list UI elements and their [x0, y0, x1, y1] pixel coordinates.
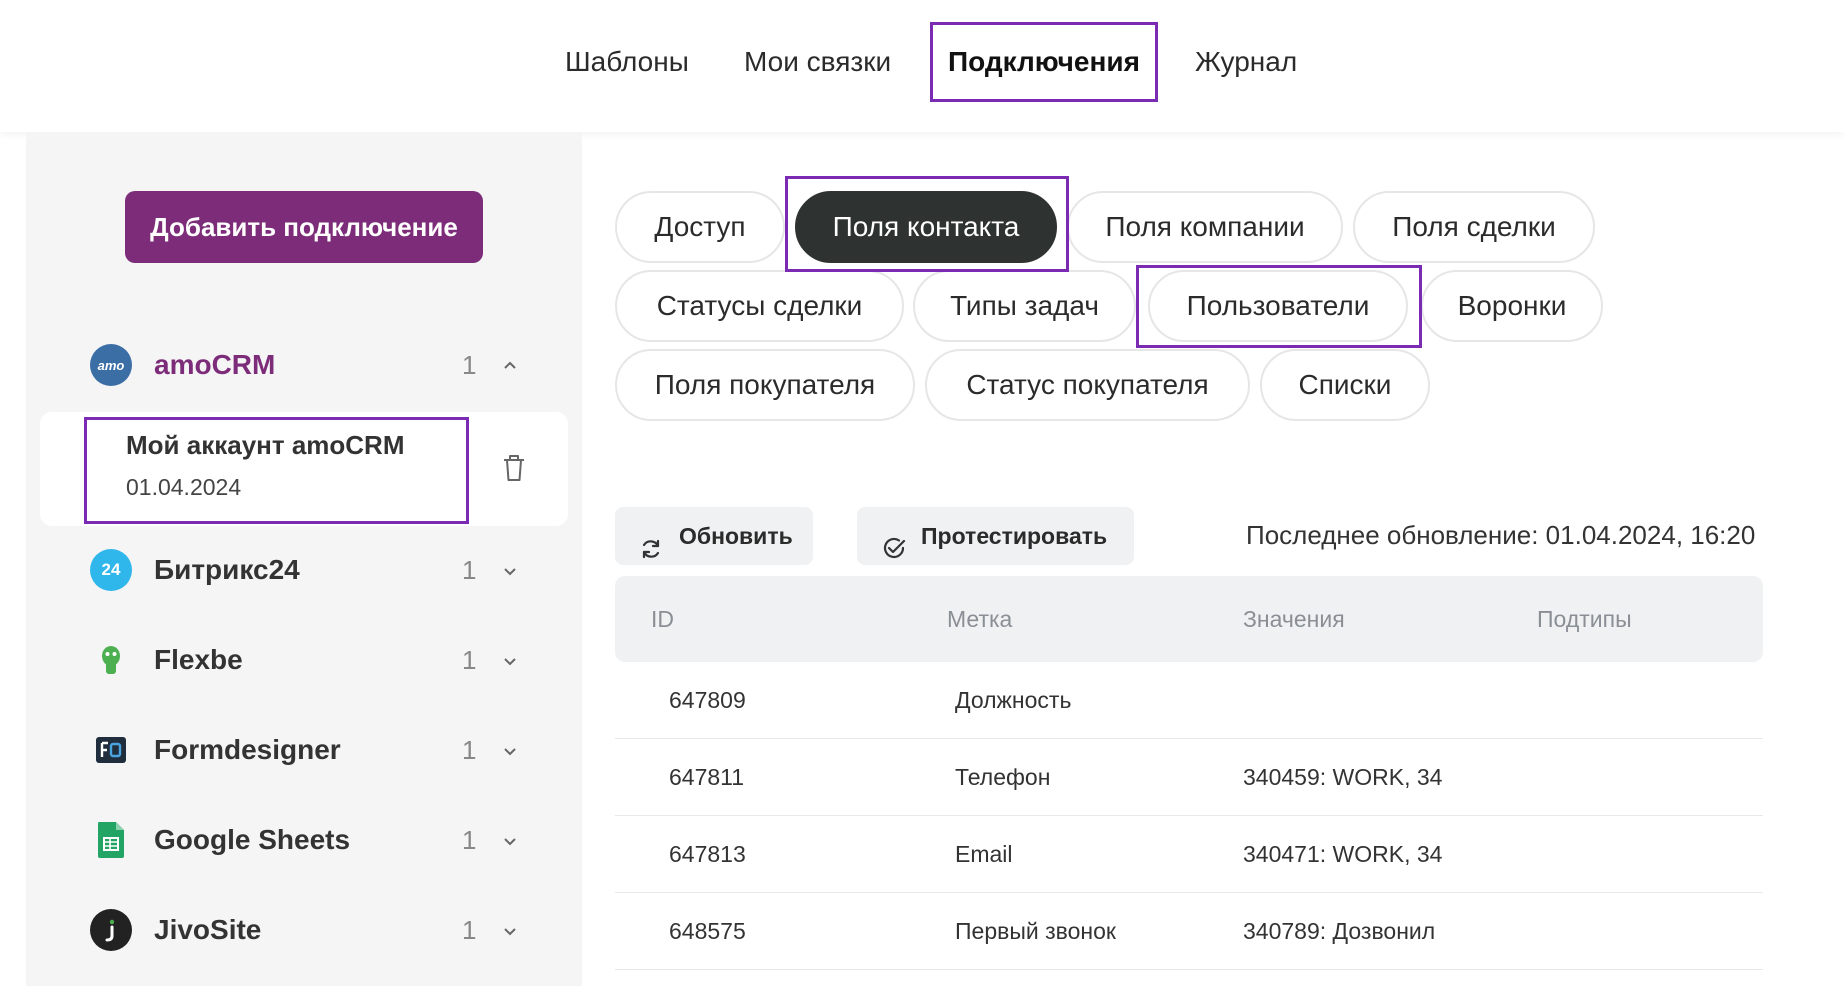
account-name: Мой аккаунт amoCRM	[126, 430, 405, 460]
service-name: Google Sheets	[154, 824, 351, 855]
cell-id: 647811	[669, 764, 745, 790]
formdesigner-logo-icon	[90, 729, 132, 771]
google-sheets-logo-icon	[90, 819, 132, 861]
table-row[interactable]: 648575 Первый звонок 340789: Дозвонил	[615, 893, 1763, 970]
service-count: 1	[462, 555, 477, 585]
service-count: 1	[462, 350, 477, 380]
service-item-jivosite[interactable]: JivoSite 1	[90, 905, 530, 955]
table-row[interactable]: 647809 Должность	[615, 662, 1763, 739]
flexbe-logo-icon	[90, 639, 132, 681]
tab-connections[interactable]: Подключения	[930, 22, 1158, 102]
service-item-google-sheets[interactable]: Google Sheets 1	[90, 815, 530, 865]
test-label: Протестировать	[921, 523, 1108, 549]
table-row[interactable]: 647813 Email 340471: WORK, 34	[615, 816, 1763, 893]
tab-journal[interactable]: Журнал	[1195, 22, 1297, 102]
account-date: 01.04.2024	[126, 474, 242, 500]
cell-id: 647813	[669, 841, 746, 867]
cell-id: 648575	[669, 918, 746, 944]
bitrix24-logo-icon: 24	[90, 549, 132, 591]
service-name: amoCRM	[154, 349, 276, 380]
tab-my-links[interactable]: Мои связки	[744, 22, 891, 102]
refresh-label: Обновить	[679, 523, 793, 549]
service-count: 1	[462, 645, 477, 675]
cell-label: Должность	[955, 687, 1072, 713]
service-name: Flexbe	[154, 644, 243, 675]
column-header-label[interactable]: Метка	[947, 576, 1012, 662]
chevron-down-icon[interactable]	[500, 725, 520, 775]
pill-lists[interactable]: Списки	[1260, 349, 1430, 421]
chevron-up-icon[interactable]	[500, 340, 520, 390]
service-item-amocrm[interactable]: amo amoCRM 1	[90, 340, 530, 390]
cell-values: 340459: WORK, 34	[1243, 764, 1443, 790]
test-button[interactable]: Протестировать	[857, 507, 1134, 565]
column-header-values[interactable]: Значения	[1243, 576, 1345, 662]
trash-icon[interactable]	[500, 452, 528, 484]
column-header-id[interactable]: ID	[651, 576, 674, 662]
pill-access[interactable]: Доступ	[615, 191, 785, 263]
column-header-subtypes[interactable]: Подтипы	[1537, 576, 1632, 662]
chevron-down-icon[interactable]	[500, 905, 520, 955]
service-item-bitrix24[interactable]: 24 Битрикс24 1	[90, 545, 530, 595]
refresh-icon	[639, 524, 663, 559]
amocrm-logo-icon: amo	[90, 344, 132, 386]
service-item-formdesigner[interactable]: Formdesigner 1	[90, 725, 530, 775]
cell-values: 340789: Дозвонил	[1243, 918, 1436, 944]
service-count: 1	[462, 915, 477, 945]
pill-company-fields[interactable]: Поля компании	[1067, 191, 1343, 263]
service-count: 1	[462, 735, 477, 765]
cell-label: Email	[955, 841, 1013, 867]
cell-id: 647809	[669, 687, 746, 713]
jivosite-logo-icon	[90, 909, 132, 951]
chevron-down-icon[interactable]	[500, 635, 520, 685]
contact-fields-highlight	[785, 176, 1069, 272]
chevron-down-icon[interactable]	[500, 545, 520, 595]
service-name: Битрикс24	[154, 554, 300, 585]
service-item-flexbe[interactable]: Flexbe 1	[90, 635, 530, 685]
add-connection-button[interactable]: Добавить подключение	[125, 191, 483, 263]
pill-customer-fields[interactable]: Поля покупателя	[615, 349, 915, 421]
service-count: 1	[462, 825, 477, 855]
cell-label: Первый звонок	[955, 918, 1116, 944]
refresh-button[interactable]: Обновить	[615, 507, 813, 565]
table-row[interactable]: 647811 Телефон 340459: WORK, 34	[615, 739, 1763, 816]
pill-deal-fields[interactable]: Поля сделки	[1353, 191, 1595, 263]
pill-pipelines[interactable]: Воронки	[1421, 270, 1603, 342]
top-navigation: Шаблоны Мои связки Подключения Журнал	[0, 0, 1844, 132]
service-name: Formdesigner	[154, 734, 341, 765]
pill-deal-statuses[interactable]: Статусы сделки	[615, 270, 904, 342]
table-header: ID Метка Значения Подтипы	[615, 576, 1763, 662]
service-name: JivoSite	[154, 914, 262, 945]
chevron-down-icon[interactable]	[500, 815, 520, 865]
last-update-text: Последнее обновление: 01.04.2024, 16:20	[1246, 520, 1756, 550]
cell-label: Телефон	[955, 764, 1051, 790]
users-highlight	[1136, 265, 1422, 348]
pill-task-types[interactable]: Типы задач	[913, 270, 1136, 342]
pill-customer-status[interactable]: Статус покупателя	[925, 349, 1250, 421]
cell-values: 340471: WORK, 34	[1243, 841, 1443, 867]
check-circle-icon	[881, 524, 906, 559]
tab-templates[interactable]: Шаблоны	[565, 22, 689, 102]
